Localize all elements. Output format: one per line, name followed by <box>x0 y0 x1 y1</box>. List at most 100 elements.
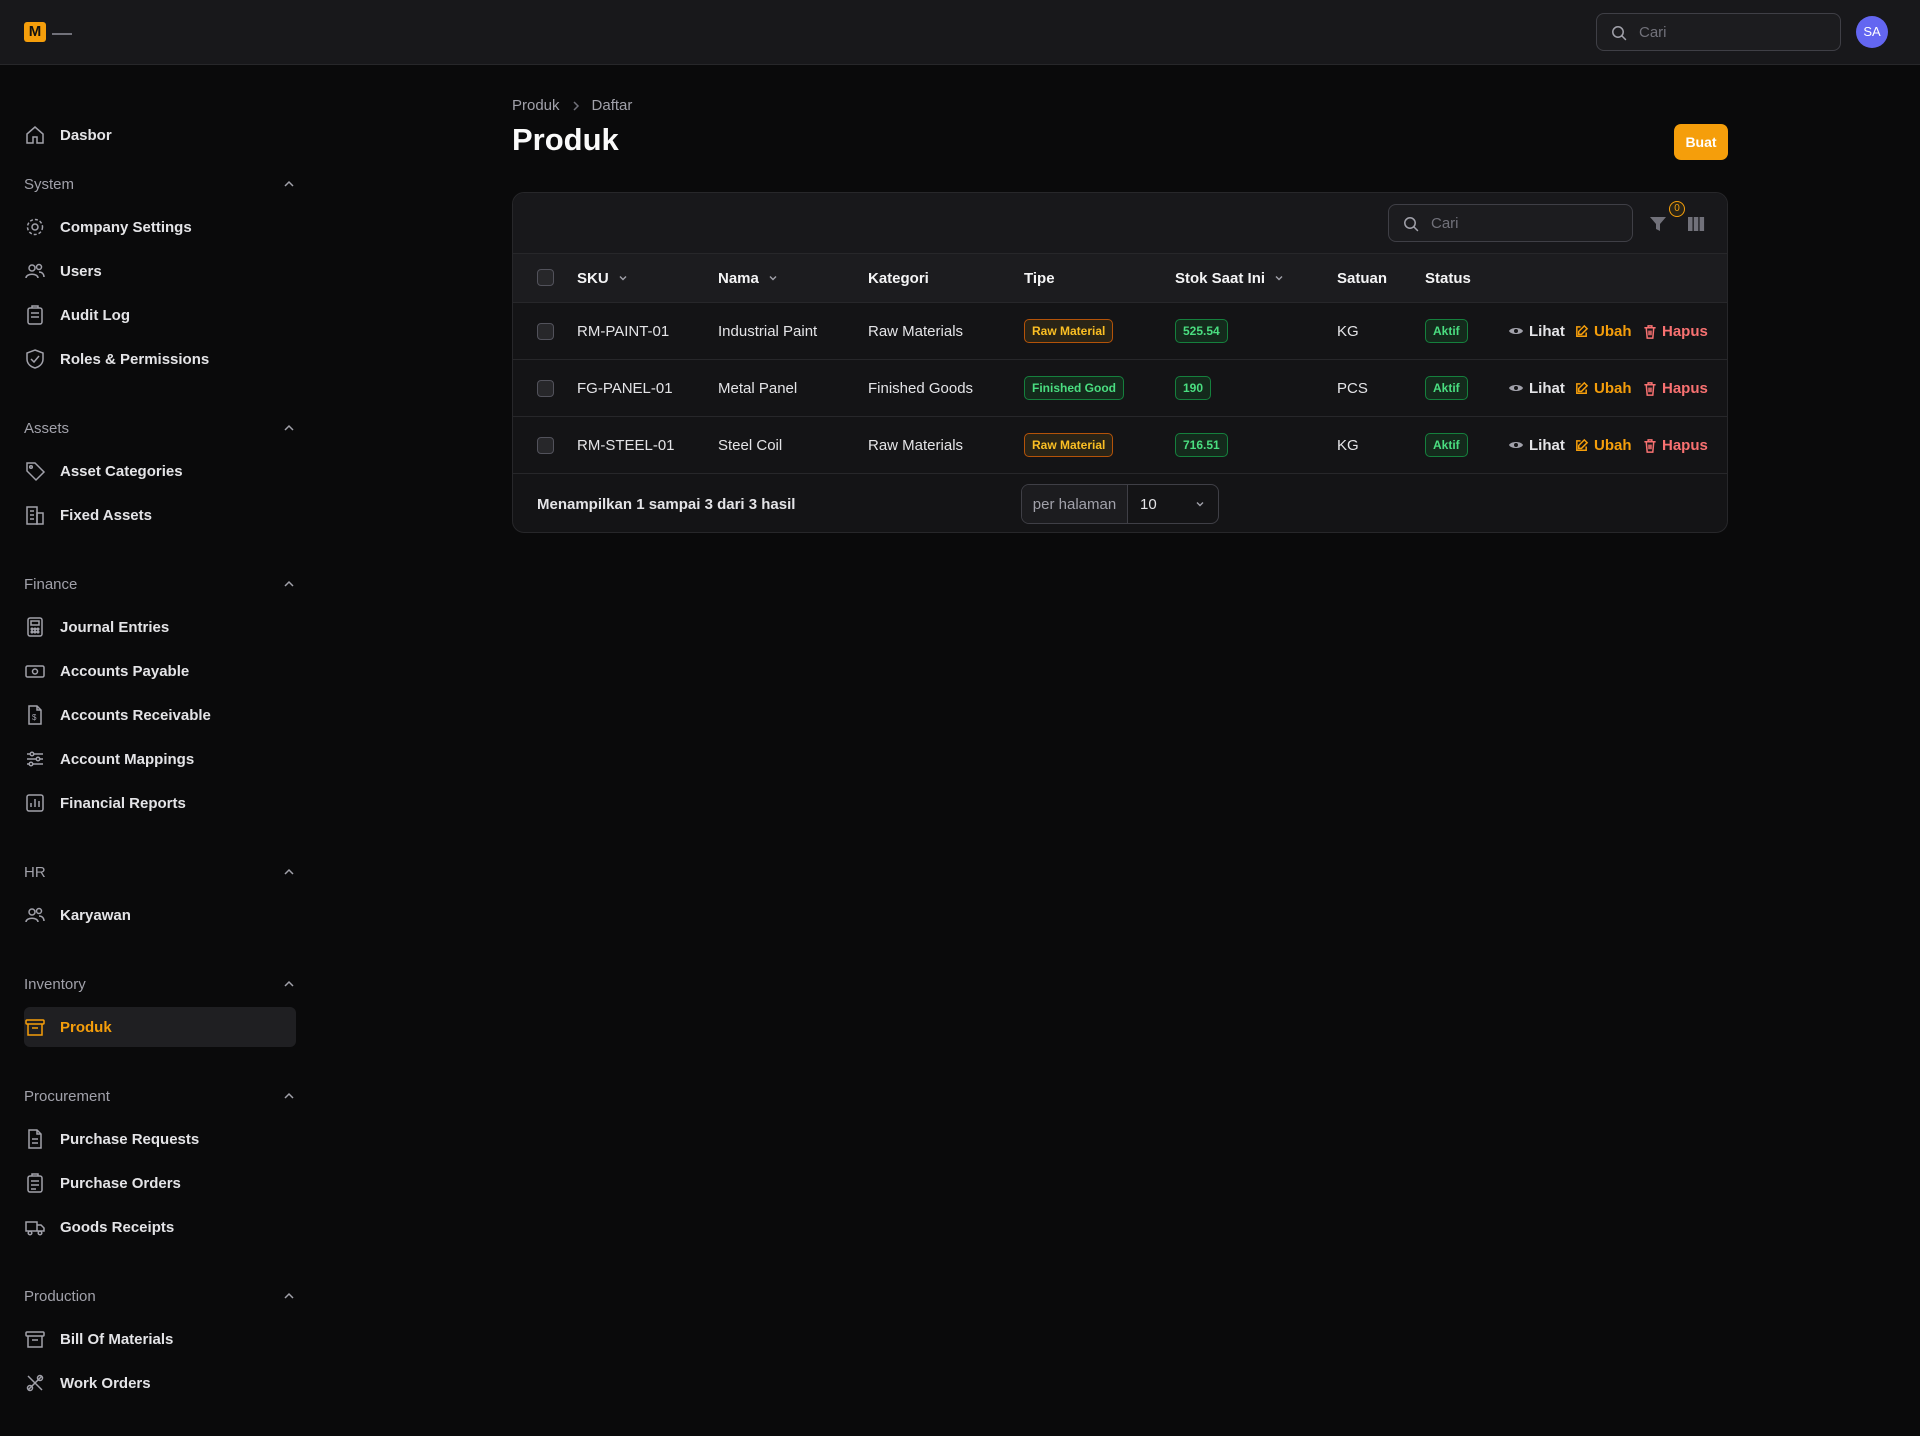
shield-icon <box>24 348 46 370</box>
column-header-label: Satuan <box>1337 269 1388 287</box>
cell-sku: FG-PANEL-01 <box>577 379 673 397</box>
per-page-select[interactable]: per halaman 10 <box>1021 484 1219 524</box>
search-icon <box>1404 217 1419 232</box>
per-page-value-wrap[interactable]: 10 <box>1128 485 1218 523</box>
sidebar-group-label: Assets <box>24 419 70 437</box>
column-header-nama[interactable]: Nama <box>718 254 779 302</box>
column-header-label: SKU <box>577 269 609 287</box>
sidebar-group-finance[interactable]: Finance <box>24 573 296 595</box>
column-header-label: Status <box>1425 269 1471 287</box>
sidebar-item-karyawan[interactable]: Karyawan <box>24 895 296 935</box>
per-page-value: 10 <box>1140 495 1157 513</box>
sidebar-item-financial-reports[interactable]: Financial Reports <box>24 783 296 823</box>
view-action[interactable]: Lihat <box>1508 303 1565 359</box>
chevron-up-icon <box>284 868 294 875</box>
status-badge: Aktif <box>1425 319 1468 343</box>
chevron-right-icon <box>573 100 579 111</box>
create-button[interactable]: Buat <box>1674 124 1728 160</box>
row-checkbox[interactable] <box>537 437 554 454</box>
sidebar-item-label: Bill Of Materials <box>60 1330 174 1348</box>
chevron-down-icon <box>619 276 627 281</box>
sidebar-group-inventory[interactable]: Inventory <box>24 973 296 995</box>
chevron-down-icon <box>1196 502 1204 507</box>
sidebar-group-assets[interactable]: Assets <box>24 417 296 439</box>
sidebar: Dasbor System Company Settings Users Aud… <box>0 66 300 1436</box>
sidebar-item-label: Dasbor <box>60 126 112 144</box>
table-search[interactable] <box>1388 204 1633 242</box>
status-badge: Aktif <box>1425 433 1468 457</box>
sidebar-group-label: Inventory <box>24 975 86 993</box>
eye-icon <box>1509 328 1523 334</box>
column-header-label: Kategori <box>868 269 929 287</box>
user-avatar[interactable]: SA <box>1856 16 1888 48</box>
sidebar-group-label: Procurement <box>24 1087 110 1105</box>
breadcrumb-item-produk[interactable]: Produk <box>512 97 560 114</box>
table-header: SKU Nama Kategori Tipe Stok Saat Ini Sat… <box>513 253 1727 303</box>
filter-icon[interactable] <box>1647 213 1669 235</box>
sidebar-item-label: Work Orders <box>60 1374 151 1392</box>
type-badge: Raw Material <box>1024 319 1114 343</box>
sidebar-item-purchase-requests[interactable]: Purchase Requests <box>24 1119 296 1159</box>
table-search-input[interactable] <box>1431 205 1621 241</box>
sidebar-item-label: Audit Log <box>60 306 130 324</box>
sidebar-item-audit-log[interactable]: Audit Log <box>24 295 296 335</box>
sidebar-item-account-mappings[interactable]: Account Mappings <box>24 739 296 779</box>
columns-icon[interactable] <box>1685 213 1707 235</box>
sidebar-group-system[interactable]: System <box>24 173 296 195</box>
view-action-label: Lihat <box>1529 322 1565 340</box>
view-action-label: Lihat <box>1529 379 1565 397</box>
app-logo[interactable]: M <box>24 22 46 42</box>
gear-icon <box>24 216 46 238</box>
clipboard-list-icon <box>24 1172 46 1194</box>
sidebar-item-produk[interactable]: Produk <box>24 1007 296 1047</box>
table-row: FG-PANEL-01 Metal Panel Finished Goods F… <box>513 360 1727 417</box>
delete-action[interactable]: Hapus <box>1643 360 1708 416</box>
edit-action[interactable]: Ubah <box>1574 417 1632 473</box>
sidebar-item-label: Karyawan <box>60 906 131 924</box>
chevron-up-icon <box>284 1092 294 1099</box>
column-header-label: Tipe <box>1024 269 1055 287</box>
column-header-sku[interactable]: SKU <box>577 254 629 302</box>
building-icon <box>24 504 46 526</box>
row-checkbox[interactable] <box>537 380 554 397</box>
cell-category: Finished Goods <box>868 379 974 397</box>
row-checkbox[interactable] <box>537 323 554 340</box>
edit-action-label: Ubah <box>1594 379 1632 397</box>
cell-sku: RM-STEEL-01 <box>577 436 675 454</box>
table-row: RM-PAINT-01 Industrial Paint Raw Materia… <box>513 303 1727 360</box>
sidebar-item-roles-permissions[interactable]: Roles & Permissions <box>24 339 296 379</box>
breadcrumb-item-daftar: Daftar <box>591 97 633 114</box>
global-search-input[interactable] <box>1639 14 1829 50</box>
sidebar-item-dashboard[interactable]: Dasbor <box>24 115 296 155</box>
sidebar-item-work-orders[interactable]: Work Orders <box>24 1363 296 1403</box>
delete-action[interactable]: Hapus <box>1643 417 1708 473</box>
view-action[interactable]: Lihat <box>1508 360 1565 416</box>
table-row: RM-STEEL-01 Steel Coil Raw Materials Raw… <box>513 417 1727 474</box>
sidebar-item-asset-categories[interactable]: Asset Categories <box>24 451 296 491</box>
select-all-checkbox[interactable] <box>537 269 554 286</box>
global-search[interactable] <box>1596 13 1841 51</box>
sidebar-item-users[interactable]: Users <box>24 251 296 291</box>
cell-category: Raw Materials <box>868 322 964 340</box>
sidebar-item-journal-entries[interactable]: Journal Entries <box>24 607 296 647</box>
sidebar-item-fixed-assets[interactable]: Fixed Assets <box>24 495 296 535</box>
sidebar-item-goods-receipts[interactable]: Goods Receipts <box>24 1207 296 1247</box>
sidebar-group-procurement[interactable]: Procurement <box>24 1085 296 1107</box>
eye-icon <box>1509 442 1523 448</box>
edit-action[interactable]: Ubah <box>1574 360 1632 416</box>
delete-action[interactable]: Hapus <box>1643 303 1708 359</box>
chevron-up-icon <box>284 424 294 431</box>
sidebar-item-company-settings[interactable]: Company Settings <box>24 207 296 247</box>
edit-action[interactable]: Ubah <box>1574 303 1632 359</box>
sidebar-group-hr[interactable]: HR <box>24 861 296 883</box>
sidebar-item-label: Roles & Permissions <box>60 350 210 368</box>
sidebar-item-accounts-payable[interactable]: Accounts Payable <box>24 651 296 691</box>
column-header-stok[interactable]: Stok Saat Ini <box>1175 254 1285 302</box>
view-action[interactable]: Lihat <box>1508 417 1565 473</box>
sidebar-item-accounts-receivable[interactable]: $ Accounts Receivable <box>24 695 296 735</box>
chevron-up-icon <box>284 1292 294 1299</box>
sidebar-item-purchase-orders[interactable]: Purchase Orders <box>24 1163 296 1203</box>
clipboard-icon <box>24 304 46 326</box>
sidebar-item-bill-of-materials[interactable]: Bill Of Materials <box>24 1319 296 1359</box>
sidebar-group-production[interactable]: Production <box>24 1285 296 1307</box>
